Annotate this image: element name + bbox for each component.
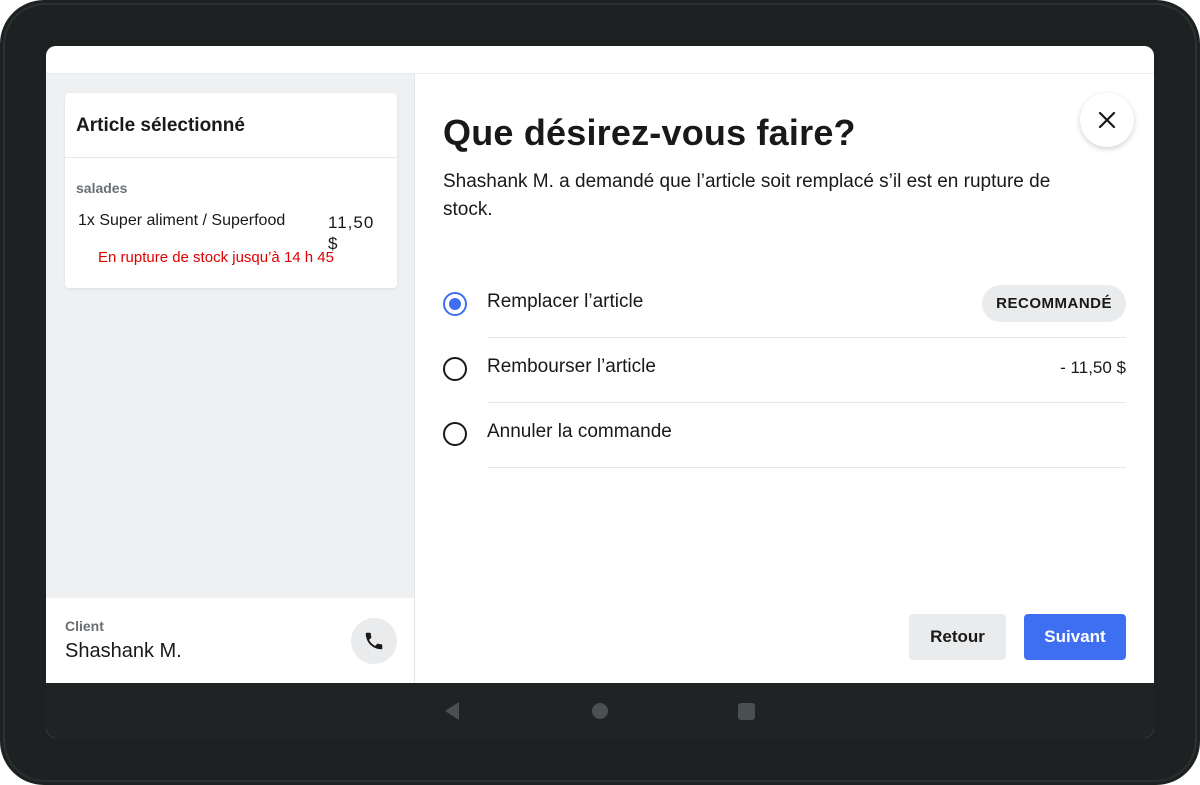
- radio-replace-item[interactable]: [443, 292, 467, 316]
- option-cancel-order[interactable]: Annuler la commande: [443, 403, 1126, 468]
- item-category: salades: [76, 180, 128, 196]
- next-button[interactable]: Suivant: [1024, 614, 1126, 660]
- close-icon: [1098, 111, 1116, 129]
- refund-amount: - 11,50 $: [1060, 358, 1126, 377]
- action-panel: Que désirez-vous faire? Shashank M. a de…: [416, 74, 1154, 683]
- close-button[interactable]: [1080, 93, 1134, 147]
- item-name: 1x Super aliment / Superfood: [78, 212, 286, 229]
- nav-recent-icon[interactable]: [738, 703, 755, 720]
- recommended-badge: RECOMMANDÉ: [982, 285, 1126, 322]
- radio-cancel-order[interactable]: [443, 422, 467, 446]
- option-label: Annuler la commande: [487, 421, 672, 442]
- page-description: Shashank M. a demandé que l’article soit…: [443, 171, 1051, 220]
- system-nav-bar: [46, 683, 1154, 738]
- option-replace-item[interactable]: Remplacer l’article RECOMMANDÉ: [443, 273, 1126, 338]
- option-label: Rembourser l’article: [487, 356, 656, 377]
- call-client-button[interactable]: [351, 618, 397, 664]
- status-bar: [46, 46, 1154, 74]
- card-title: Article sélectionné: [76, 115, 245, 136]
- left-panel: Article sélectionné salades 1x Super ali…: [46, 74, 415, 683]
- nav-back-icon[interactable]: [443, 701, 461, 721]
- selected-item-card: Article sélectionné salades 1x Super ali…: [65, 93, 397, 288]
- tablet-frame: Article sélectionné salades 1x Super ali…: [0, 0, 1200, 785]
- radio-refund-item[interactable]: [443, 357, 467, 381]
- back-button[interactable]: Retour: [909, 614, 1006, 660]
- page-title: Que désirez-vous faire?: [443, 112, 856, 153]
- nav-home-icon[interactable]: [592, 703, 608, 719]
- item-price: 11,50 $: [328, 213, 375, 253]
- client-label: Client: [65, 618, 104, 634]
- card-divider: [65, 157, 397, 158]
- option-refund-item[interactable]: Rembourser l’article - 11,50 $: [443, 338, 1126, 403]
- client-section: Client Shashank M.: [46, 598, 415, 683]
- stock-status: En rupture de stock jusqu’à 14 h 45: [98, 249, 334, 266]
- option-label: Remplacer l’article: [487, 291, 644, 312]
- option-divider: [487, 467, 1126, 468]
- client-name: Shashank M.: [65, 640, 182, 662]
- screen: Article sélectionné salades 1x Super ali…: [46, 46, 1154, 738]
- phone-icon: [365, 632, 383, 650]
